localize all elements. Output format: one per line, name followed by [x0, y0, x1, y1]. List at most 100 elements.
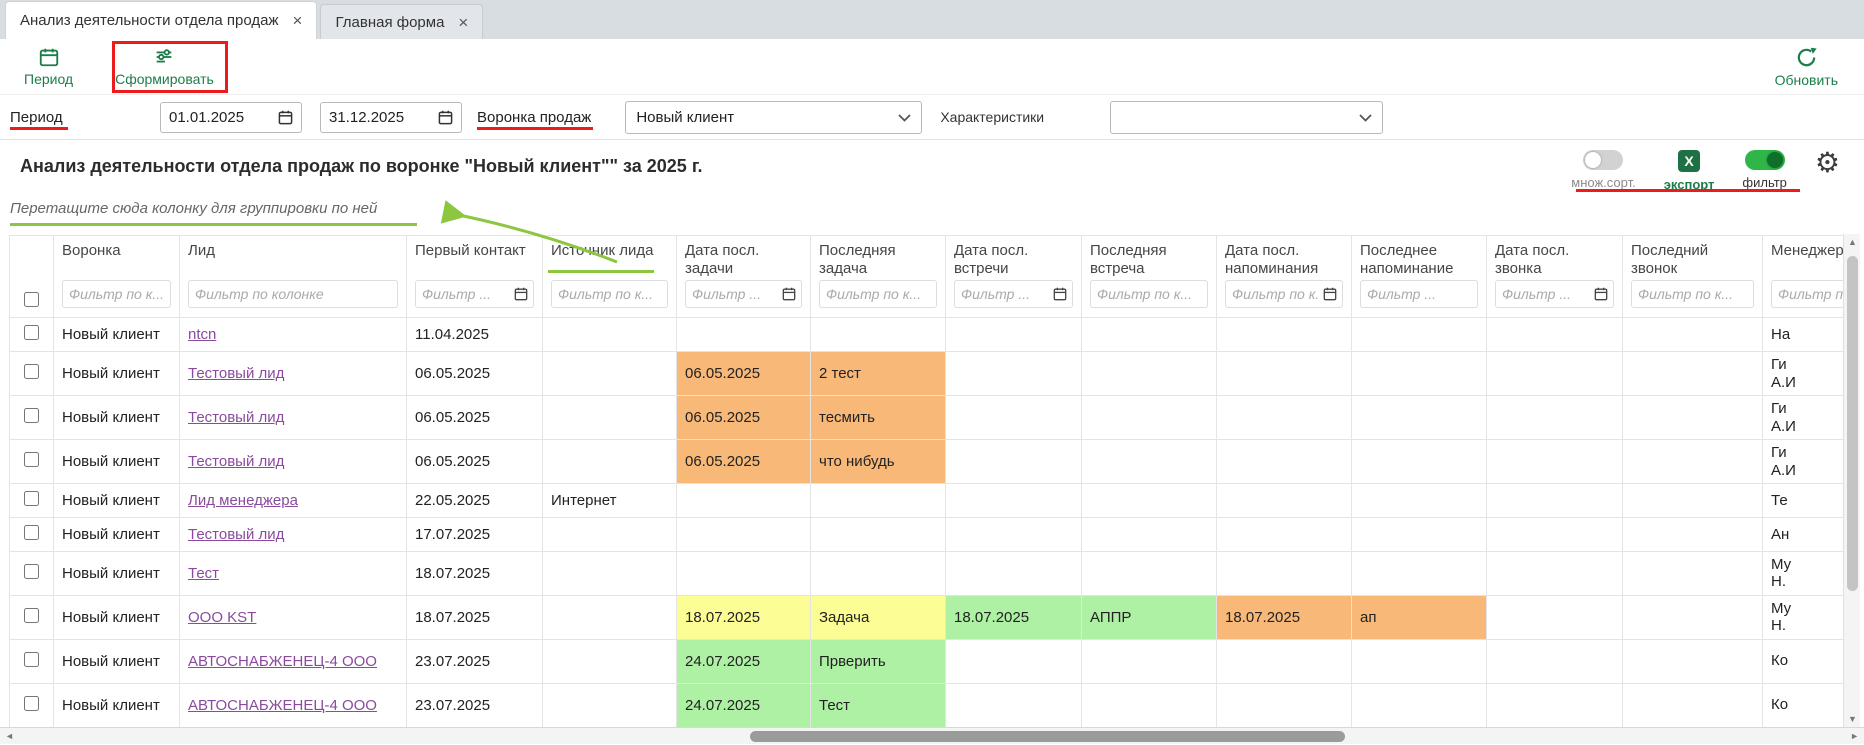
cell-task_date: [677, 518, 811, 552]
cell-last_task: Задача: [811, 595, 946, 639]
lead-link[interactable]: Лид менеджера: [188, 492, 298, 509]
column-label-last_task[interactable]: Последняя задача: [819, 242, 937, 280]
cell-meeting_date: [946, 484, 1082, 518]
close-icon[interactable]: ×: [293, 12, 303, 29]
column-filter-input-last_meeting[interactable]: [1090, 280, 1208, 308]
column-label-manager[interactable]: Менеджер: [1771, 242, 1843, 280]
column-header-lead: Лид: [180, 236, 407, 318]
row-checkbox[interactable]: [24, 408, 39, 423]
column-filter-input-last_reminder[interactable]: [1360, 280, 1478, 308]
column-label-lead[interactable]: Лид: [188, 242, 398, 280]
refresh-button[interactable]: Обновить: [1775, 46, 1838, 88]
column-filter-input-last_call[interactable]: [1631, 280, 1754, 308]
column-filter-input-last_task[interactable]: [819, 280, 937, 308]
column-label-meeting_date[interactable]: Дата посл. встречи: [954, 242, 1073, 280]
cell-reminder_date: [1217, 396, 1352, 440]
scroll-right-arrow-icon[interactable]: ►: [1850, 728, 1859, 745]
filter-toggle[interactable]: [1745, 150, 1785, 170]
excel-export-icon[interactable]: X: [1678, 150, 1700, 172]
tab-main-form[interactable]: Главная форма ×: [320, 4, 483, 39]
cell-last_task: [811, 518, 946, 552]
row-checkbox[interactable]: [24, 608, 39, 623]
refresh-button-label: Обновить: [1775, 72, 1838, 88]
date-to-field[interactable]: [320, 102, 462, 133]
table-row: Новый клиентТестовый лид17.07.2025Ан: [10, 518, 1844, 552]
lead-link[interactable]: АВТОСНАБЖЕНЕЦ-4 ООО: [188, 697, 377, 714]
column-header-last_meeting: Последняя встреча: [1082, 236, 1217, 318]
cell-call_date: [1487, 639, 1623, 683]
calendar-icon[interactable]: [514, 287, 528, 301]
column-filter-input-funnel[interactable]: [62, 280, 171, 308]
scroll-left-arrow-icon[interactable]: ◄: [5, 728, 14, 745]
column-filter-input-manager[interactable]: [1771, 280, 1843, 308]
date-to-input[interactable]: [329, 109, 434, 126]
tab-sales-analysis[interactable]: Анализ деятельности отдела продаж ×: [5, 1, 317, 39]
calendar-icon[interactable]: [438, 110, 453, 125]
lead-link[interactable]: Тестовый лид: [188, 365, 284, 382]
cell-first_contact: 06.05.2025: [407, 396, 543, 440]
lead-link[interactable]: Тест: [188, 565, 219, 582]
row-checkbox[interactable]: [24, 325, 39, 340]
lead-link[interactable]: ООО KST: [188, 609, 256, 626]
lead-link[interactable]: АВТОСНАБЖЕНЕЦ-4 ООО: [188, 653, 377, 670]
horizontal-scrollbar-thumb[interactable]: [750, 731, 1345, 742]
export-control[interactable]: X экспорт: [1664, 150, 1715, 192]
column-label-first_contact[interactable]: Первый контакт: [415, 242, 534, 280]
lead-link[interactable]: Тестовый лид: [188, 453, 284, 470]
cell-last_meeting: [1082, 552, 1217, 596]
funnel-select[interactable]: Новый клиент: [625, 101, 922, 134]
column-label-task_date[interactable]: Дата посл. задачи: [685, 242, 802, 280]
column-label-funnel[interactable]: Воронка: [62, 242, 171, 280]
cell-meeting_date: [946, 518, 1082, 552]
date-from-input[interactable]: [169, 109, 274, 126]
cell-lead: АВТОСНАБЖЕНЕЦ-4 ООО: [180, 639, 407, 683]
period-button[interactable]: Период: [24, 46, 73, 87]
select-all-checkbox[interactable]: [24, 292, 39, 307]
column-label-reminder_date[interactable]: Дата посл. напоминания: [1225, 242, 1343, 280]
row-checkbox[interactable]: [24, 491, 39, 506]
row-checkbox[interactable]: [24, 652, 39, 667]
cell-lead: Тестовый лид: [180, 396, 407, 440]
row-checkbox[interactable]: [24, 364, 39, 379]
date-from-field[interactable]: [160, 102, 302, 133]
cell-reminder_date: [1217, 484, 1352, 518]
cell-meeting_date: [946, 552, 1082, 596]
lead-link[interactable]: Тестовый лид: [188, 526, 284, 543]
close-icon[interactable]: ×: [458, 14, 468, 31]
column-label-source[interactable]: Источник лида: [551, 242, 668, 280]
multisort-toggle-control[interactable]: множ.сорт.: [1571, 150, 1635, 190]
column-label-last_call[interactable]: Последний звонок: [1631, 242, 1754, 280]
characteristics-select[interactable]: [1110, 101, 1383, 134]
cell-lead: Тестовый лид: [180, 440, 407, 484]
column-filter-input-lead[interactable]: [188, 280, 398, 308]
cell-meeting_date: [946, 318, 1082, 352]
column-label-call_date[interactable]: Дата посл. звонка: [1495, 242, 1614, 280]
calendar-icon[interactable]: [1053, 287, 1067, 301]
row-checkbox[interactable]: [24, 696, 39, 711]
column-label-last_reminder[interactable]: Последнее напоминание: [1360, 242, 1478, 280]
cell-last_call: [1623, 595, 1763, 639]
calendar-icon[interactable]: [278, 110, 293, 125]
calendar-icon[interactable]: [1323, 287, 1337, 301]
column-filter-input-source[interactable]: [551, 280, 668, 308]
column-label-last_meeting[interactable]: Последняя встреча: [1090, 242, 1208, 280]
lead-link[interactable]: ntcn: [188, 326, 216, 343]
gear-icon[interactable]: ⚙: [1815, 150, 1840, 174]
row-checkbox[interactable]: [24, 564, 39, 579]
generate-button[interactable]: Сформировать: [115, 46, 214, 87]
horizontal-scrollbar[interactable]: ◄ ►: [0, 727, 1864, 744]
scroll-up-arrow-icon[interactable]: ▲: [1844, 237, 1861, 247]
cell-last_reminder: [1352, 318, 1487, 352]
scroll-down-arrow-icon[interactable]: ▼: [1844, 714, 1861, 724]
filter-toggle-control[interactable]: фильтр: [1742, 150, 1786, 190]
calendar-icon[interactable]: [782, 287, 796, 301]
multisort-toggle[interactable]: [1583, 150, 1623, 170]
lead-link[interactable]: Тестовый лид: [188, 409, 284, 426]
calendar-icon[interactable]: [1594, 287, 1608, 301]
row-checkbox[interactable]: [24, 525, 39, 540]
cell-last_meeting: [1082, 440, 1217, 484]
vertical-scrollbar[interactable]: ▲ ▼: [1843, 234, 1860, 727]
vertical-scrollbar-thumb[interactable]: [1847, 256, 1858, 591]
row-checkbox[interactable]: [24, 452, 39, 467]
column-header-last_reminder: Последнее напоминание: [1352, 236, 1487, 318]
